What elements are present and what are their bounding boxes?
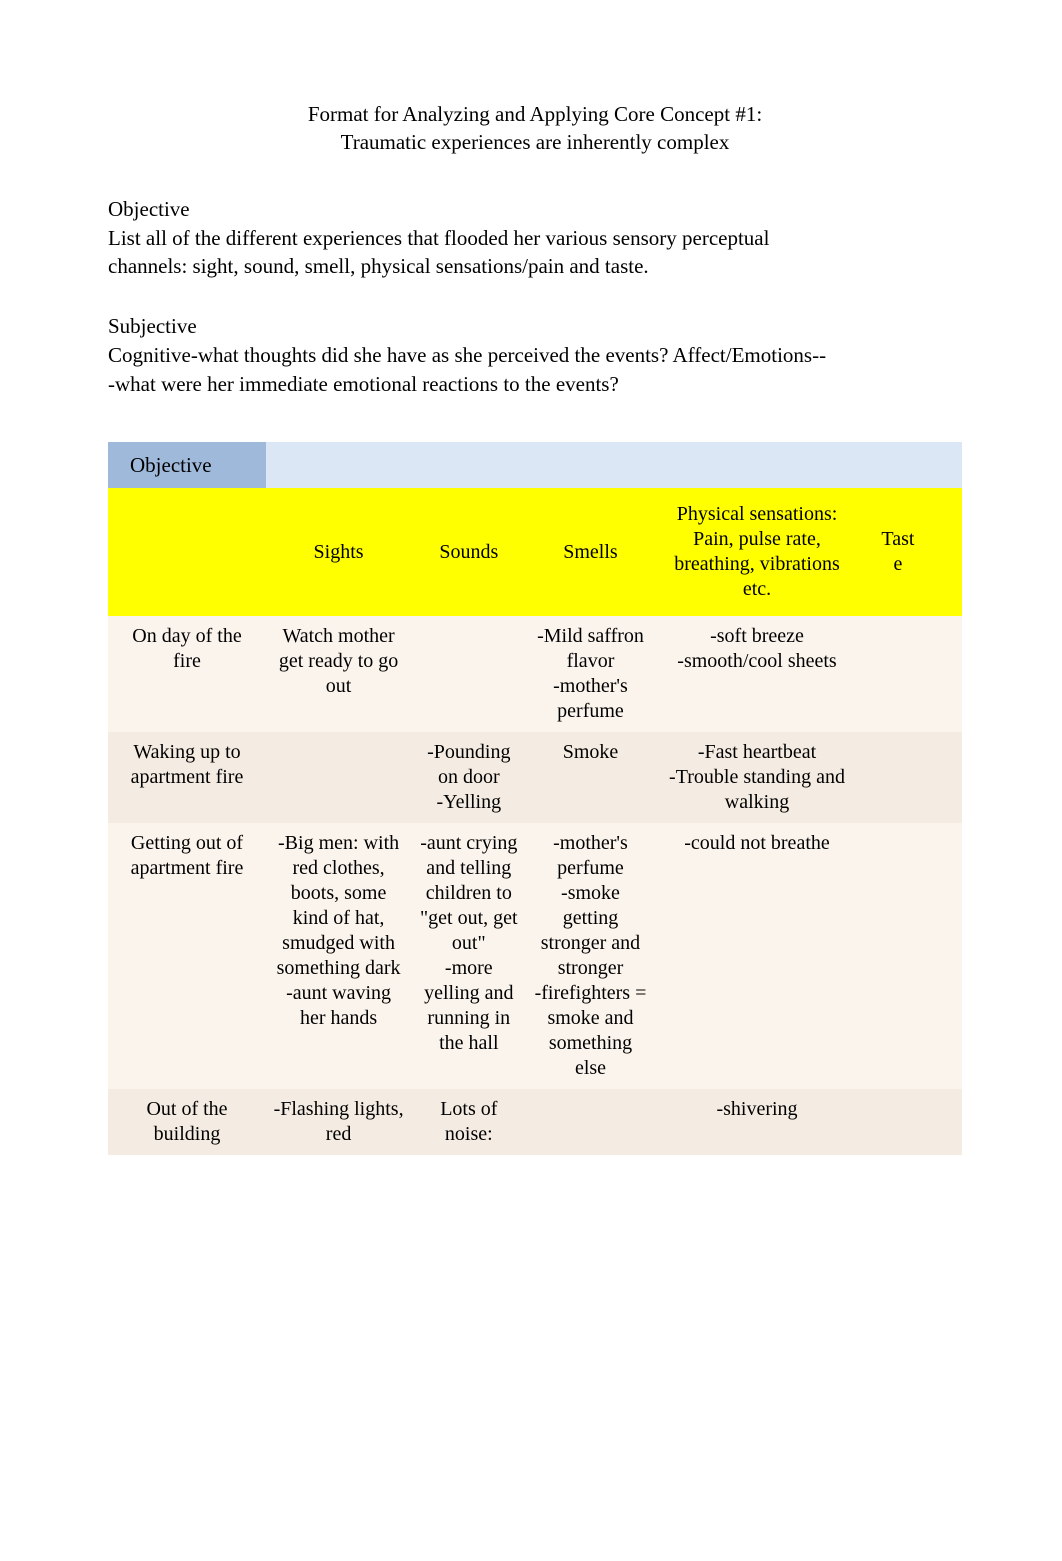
cell-sounds: -aunt crying and telling children to "ge… xyxy=(411,823,526,1089)
table-row-objective: Objective xyxy=(108,442,962,488)
cell-extra xyxy=(936,616,962,732)
table-objective-cell: Objective xyxy=(108,442,266,488)
table-objective-blank xyxy=(859,442,936,488)
table-objective-blank xyxy=(655,442,860,488)
header-physical: Physical sensations: Pain, pulse rate, b… xyxy=(655,488,860,616)
header-blank-extra xyxy=(936,488,962,616)
objective-heading: Objective xyxy=(108,197,962,222)
cell-smells: Smoke xyxy=(526,732,654,823)
cell-sights xyxy=(266,732,411,823)
table-row: Waking up to apartment fire -Pounding on… xyxy=(108,732,962,823)
cell-physical: -could not breathe xyxy=(655,823,860,1089)
cell-smells: -mother's perfume -smoke getting stronge… xyxy=(526,823,654,1089)
doc-title-line2: Traumatic experiences are inherently com… xyxy=(215,128,855,156)
row-label: Getting out of apartment fire xyxy=(108,823,266,1089)
cell-sounds xyxy=(411,616,526,732)
table-objective-blank xyxy=(411,442,526,488)
table-row: Out of the building -Flashing lights, re… xyxy=(108,1089,962,1155)
cell-smells xyxy=(526,1089,654,1155)
header-sights: Sights xyxy=(266,488,411,616)
subjective-body: Cognitive-what thoughts did she have as … xyxy=(108,341,828,398)
cell-extra xyxy=(936,732,962,823)
header-taste: Tast e xyxy=(859,488,936,616)
table-objective-blank xyxy=(936,442,962,488)
cell-sounds: Lots of noise: xyxy=(411,1089,526,1155)
cell-extra xyxy=(936,1089,962,1155)
row-label: Out of the building xyxy=(108,1089,266,1155)
cell-physical: -shivering xyxy=(655,1089,860,1155)
row-label: Waking up to apartment fire xyxy=(108,732,266,823)
cell-sounds: -Pounding on door -Yelling xyxy=(411,732,526,823)
cell-extra xyxy=(936,823,962,1089)
cell-sights: -Big men: with red clothes, boots, some … xyxy=(266,823,411,1089)
cell-taste xyxy=(859,823,936,1089)
doc-title-line1: Format for Analyzing and Applying Core C… xyxy=(215,100,855,128)
table-header-row: Sights Sounds Smells Physical sensations… xyxy=(108,488,962,616)
header-sounds: Sounds xyxy=(411,488,526,616)
table-row: On day of the fire Watch mother get read… xyxy=(108,616,962,732)
table-row: Getting out of apartment fire -Big men: … xyxy=(108,823,962,1089)
cell-physical: -soft breeze -smooth/cool sheets xyxy=(655,616,860,732)
row-label: On day of the fire xyxy=(108,616,266,732)
header-smells: Smells xyxy=(526,488,654,616)
objective-body: List all of the different experiences th… xyxy=(108,224,828,281)
cell-sights: -Flashing lights, red xyxy=(266,1089,411,1155)
header-blank xyxy=(108,488,266,616)
table-objective-blank xyxy=(526,442,654,488)
analysis-table: Objective Sights Sounds Smells Physical … xyxy=(108,442,962,1155)
table-objective-blank xyxy=(266,442,411,488)
cell-sights: Watch mother get ready to go out xyxy=(266,616,411,732)
cell-taste xyxy=(859,1089,936,1155)
cell-smells: -Mild saffron flavor -mother's perfume xyxy=(526,616,654,732)
cell-taste xyxy=(859,616,936,732)
cell-physical: -Fast heartbeat -Trouble standing and wa… xyxy=(655,732,860,823)
subjective-heading: Subjective xyxy=(108,314,962,339)
cell-taste xyxy=(859,732,936,823)
